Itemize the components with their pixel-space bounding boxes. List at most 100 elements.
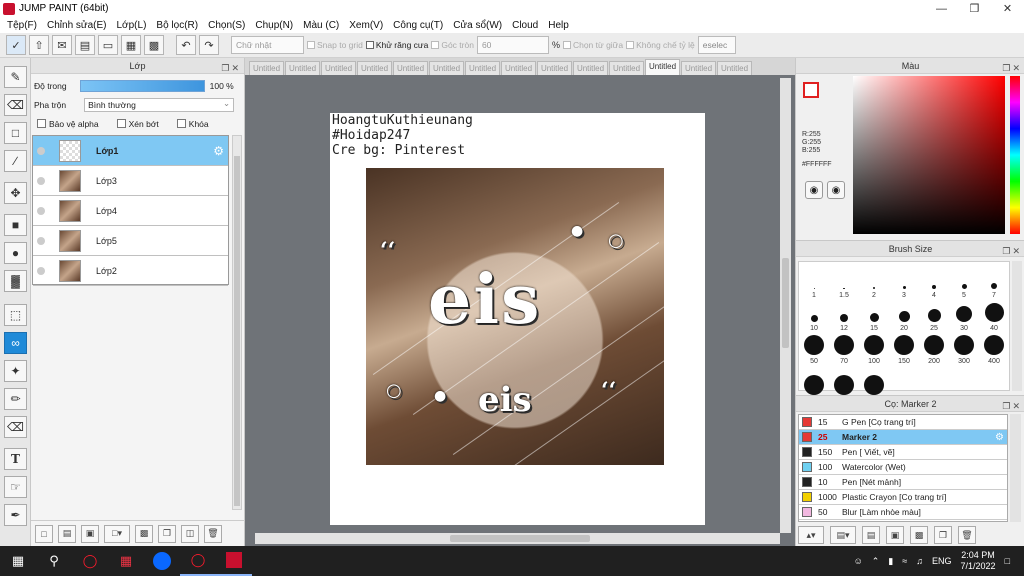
brush-size-cell[interactable]: 3 [889,262,919,299]
brush-size-cell[interactable]: 30 [949,295,979,332]
panel-controls-icon[interactable]: ❐✕ [1002,243,1022,259]
brush-preset-item[interactable]: 100 Watercolor (Wet) [799,460,1007,475]
panel-controls-icon[interactable]: ❐✕ [1002,60,1022,76]
new-layer-icon[interactable]: □ [35,524,53,543]
cloud-check-icon[interactable]: ✓ [6,35,26,55]
magic-wand-tool-icon[interactable]: ✦ [4,360,27,382]
preset-scrollbar[interactable] [1010,414,1021,522]
new-layer-1bit-icon[interactable]: ▣ [81,524,99,543]
brush-size-cell[interactable]: 1.5 [829,262,859,299]
eyedropper-tool-icon[interactable]: ✒ [4,504,27,526]
brush-size-cell[interactable]: 10 [799,295,829,332]
zalo-icon[interactable] [144,546,180,576]
eraser-tool-icon[interactable]: ⌫ [4,94,27,116]
brush-preset-item[interactable]: 25 Marker 2 ⚙ [799,430,1007,445]
document-tab[interactable]: Untitled [321,61,356,75]
redo-icon[interactable]: ↷ [199,35,219,55]
brush-size-cell[interactable]: 25 [919,295,949,332]
rect-select-tool-icon[interactable]: ⬚ [4,304,27,326]
lasso-tool-icon[interactable]: ∞ [4,332,27,354]
line-tool-icon[interactable]: ∕ [4,150,27,172]
brush-size-cell[interactable] [829,361,859,398]
volume-icon[interactable]: ♫ [916,556,923,566]
shape-tool-icon[interactable]: □ [4,122,27,144]
document-tab[interactable]: Untitled [357,61,392,75]
shape-select[interactable]: Chữ nhật [231,36,304,54]
preset-folder-icon[interactable]: ▩ [910,526,928,544]
menu-cloud[interactable]: Cloud [507,20,543,31]
preset-menu-icon[interactable]: ▤▾ [830,526,856,544]
brush-size-cell[interactable]: 50 [799,328,829,365]
brush-scrollbar[interactable] [1012,261,1022,391]
opera-icon[interactable]: ◯ [72,546,108,576]
bucket-tool-icon[interactable]: ● [4,242,27,264]
people-icon[interactable]: ☺ [854,556,863,566]
brush-size-cell[interactable]: 20 [889,295,919,332]
add-preset-icon[interactable]: ▴▾ [798,526,824,544]
gear-icon[interactable]: ⚙ [995,432,1004,443]
brush-size-cell[interactable] [799,361,829,398]
windows-start-icon[interactable]: ▦ [0,546,36,576]
menu-layer[interactable]: Lớp(L) [112,20,152,31]
rounded-value-input[interactable]: 60 [476,36,549,54]
panel-controls-icon[interactable]: ❐✕ [1002,398,1022,414]
brush-preset-item[interactable]: 1000 Plastic Crayon [Cọ trang trí] [799,490,1007,505]
visibility-icon[interactable] [37,176,45,185]
from-center-checkbox[interactable]: Chọn từ giữa [562,40,623,50]
foreground-color-swatch[interactable] [803,82,819,98]
brush-tool-icon[interactable]: ✎ [4,66,27,88]
app-grid-icon[interactable]: ▦ [108,546,144,576]
wifi-icon[interactable]: ≈ [902,556,907,566]
brush-size-cell[interactable]: 12 [829,295,859,332]
visibility-icon[interactable] [37,266,45,275]
new-layer-8bit-icon[interactable]: ▤ [58,524,76,543]
layer-item-1[interactable]: Lớp1 ⚙ [33,136,228,166]
document-tab[interactable]: Untitled [393,61,428,75]
document-tab[interactable]: Untitled [465,61,500,75]
brush-size-cell[interactable]: 5 [949,262,979,299]
undo-icon[interactable]: ↶ [176,35,196,55]
brush-size-cell[interactable]: 100 [859,328,889,365]
blend-mode-select[interactable]: Bình thường [84,97,235,112]
battery-icon[interactable]: ▮ [888,556,893,567]
menu-capture[interactable]: Chụp(N) [250,20,298,31]
layer-item-4[interactable]: Lớp4 [33,196,228,226]
brush-size-cell[interactable]: 4 [919,262,949,299]
brush-size-cell[interactable]: 400 [979,328,1009,365]
opera-active-icon[interactable]: ◯ [180,546,216,576]
note-icon[interactable]: ▤ [75,35,95,55]
export-icon[interactable]: ⇧ [29,35,49,55]
visibility-icon[interactable] [37,146,45,155]
brush-size-cell[interactable]: 70 [829,328,859,365]
move-tool-icon[interactable]: ✥ [4,182,27,204]
menu-color[interactable]: Màu (C) [298,20,344,31]
menu-help[interactable]: Help [543,20,574,31]
antialias-checkbox[interactable]: Khử răng cưa [365,40,428,50]
layer-item-5[interactable]: Lớp5 [33,226,228,256]
grid-icon[interactable]: ▦ [121,35,141,55]
visibility-icon[interactable] [37,206,45,215]
brush-size-cell[interactable]: 300 [949,328,979,365]
rounded-corner-checkbox[interactable]: Góc tròn [431,40,474,50]
comment-icon[interactable]: ✉ [52,35,72,55]
menu-filter[interactable]: Bộ lọc(R) [151,20,203,31]
brush-size-cell[interactable]: 2 [859,262,889,299]
document-tab[interactable]: Untitled [537,61,572,75]
merge-layer-icon[interactable]: ◫ [181,524,199,543]
document-tab[interactable]: Untitled [285,61,320,75]
clock[interactable]: 2:04 PM 7/1/2022 [961,550,996,572]
brush-size-cell[interactable] [859,361,889,398]
delete-layer-icon[interactable]: 🗑 [204,524,222,543]
document-tab[interactable]: Untitled [645,59,680,75]
fill-rect-tool-icon[interactable]: ■ [4,214,27,236]
hue-slider[interactable] [1010,76,1020,234]
canvas-horizontal-scrollbar[interactable] [255,533,780,544]
search-icon[interactable]: ⚲ [36,546,72,576]
brush-size-cell[interactable]: 40 [979,295,1009,332]
preset-duplicate-icon[interactable]: ❐ [934,526,952,544]
lock-checkbox[interactable]: Khóa [176,119,209,129]
select-eraser-tool-icon[interactable]: ⌫ [4,416,27,438]
canvas-document[interactable]: HoangtuKuthieunang #Hoidap247 Cre bg: Pi… [330,113,705,525]
layer-item-3[interactable]: Lớp3 [33,166,228,196]
brush-preset-item[interactable]: 15 G Pen [Cọ trang trí] [799,415,1007,430]
